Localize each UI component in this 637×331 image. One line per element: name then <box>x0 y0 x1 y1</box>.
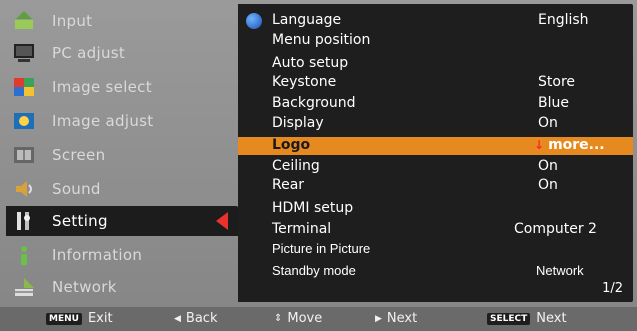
select-hint[interactable]: SELECT Next <box>487 311 567 326</box>
setting-name: Ceiling <box>272 158 320 174</box>
menu-item-network[interactable]: Network <box>6 272 238 302</box>
setting-row-hdmi-setup[interactable]: HDMI setup <box>238 200 633 218</box>
menu-label: Image adjust <box>52 112 154 130</box>
setting-name: Menu position <box>272 32 371 48</box>
menu-item-input[interactable]: Input <box>6 6 238 36</box>
setting-value: Store <box>538 74 576 90</box>
setting-name: Auto setup <box>272 55 349 71</box>
menu-label: Setting <box>52 212 108 230</box>
network-icon <box>10 274 38 300</box>
menu-item-image-adjust[interactable]: Image adjust <box>6 106 238 136</box>
menu-label: Image select <box>52 78 152 96</box>
menu-label: Screen <box>52 146 106 164</box>
setting-name: Logo <box>272 137 311 153</box>
setting-name: Keystone <box>272 74 337 90</box>
setting-row-logo[interactable]: Logo ↓ more... <box>238 137 633 155</box>
menu-label: PC adjust <box>52 44 126 62</box>
left-arrow-icon: ◀ <box>174 313 181 324</box>
settings-panel: Language English Menu position Auto setu… <box>238 4 633 302</box>
pc-adjust-icon <box>10 40 38 66</box>
setting-name: Terminal <box>272 221 332 237</box>
setting-row-background[interactable]: Background Blue <box>238 95 633 113</box>
bottom-bar: MENU Exit ◀ Back ⇕ Move ▶ Next SELECT Ne… <box>0 307 637 331</box>
menu-button-icon: MENU <box>46 312 82 325</box>
setting-value: On <box>538 158 558 174</box>
menu-label: Sound <box>52 180 101 198</box>
move-hint[interactable]: ⇕ Move <box>274 311 322 326</box>
setting-row-picture-in-picture[interactable]: Picture in Picture <box>238 241 633 259</box>
next-label: Next <box>386 311 418 326</box>
page-indicator: 1/2 <box>602 281 623 296</box>
setting-row-language[interactable]: Language English <box>238 12 633 30</box>
setting-name: Display <box>272 115 324 131</box>
menu-label: Input <box>52 12 93 30</box>
back-hint[interactable]: ◀ Back <box>174 311 217 326</box>
exit-hint[interactable]: MENU Exit <box>46 311 113 326</box>
setting-value: more... <box>548 137 605 153</box>
menu-item-setting[interactable]: Setting <box>6 206 238 236</box>
menu-item-screen[interactable]: Screen <box>6 140 238 170</box>
select-next-label: Next <box>536 311 567 326</box>
setting-name: Language <box>272 12 342 28</box>
setting-row-standby-mode[interactable]: Standby mode Network <box>238 263 633 281</box>
setting-value: Computer 2 <box>514 221 597 237</box>
right-arrow-icon: ▶ <box>375 313 382 324</box>
setting-value: Network <box>536 263 584 278</box>
setting-row-ceiling[interactable]: Ceiling On <box>238 158 633 176</box>
up-down-arrow-icon: ⇕ <box>274 313 283 324</box>
exit-label: Exit <box>87 311 113 326</box>
setting-row-keystone[interactable]: Keystone Store <box>238 74 633 92</box>
setting-row-display[interactable]: Display On <box>238 115 633 133</box>
setting-name: Rear <box>272 177 305 193</box>
image-select-icon <box>10 74 38 100</box>
setting-value: Blue <box>538 95 569 111</box>
setting-row-terminal[interactable]: Terminal Computer 2 <box>238 221 633 239</box>
setting-name: Standby mode <box>272 263 356 278</box>
setting-row-rear[interactable]: Rear On <box>238 177 633 195</box>
screen-icon <box>10 142 38 168</box>
menu-item-image-select[interactable]: Image select <box>6 72 238 102</box>
left-menu: Input PC adjust Image select Image adjus… <box>6 4 238 302</box>
menu-item-sound[interactable]: Sound <box>6 174 238 204</box>
setting-row-auto-setup[interactable]: Auto setup <box>238 55 633 73</box>
back-label: Back <box>185 311 218 326</box>
setting-value: On <box>538 115 558 131</box>
next-hint[interactable]: ▶ Next <box>375 311 417 326</box>
setting-name: HDMI setup <box>272 200 354 216</box>
select-button-icon: SELECT <box>487 312 531 325</box>
information-icon <box>10 242 38 268</box>
setting-name: Picture in Picture <box>272 241 371 256</box>
setting-icon <box>10 208 38 234</box>
input-icon <box>10 8 38 34</box>
projector-osd: Input PC adjust Image select Image adjus… <box>0 0 637 331</box>
setting-value: On <box>538 177 558 193</box>
sound-icon <box>10 176 38 202</box>
move-label: Move <box>287 311 323 326</box>
menu-item-information[interactable]: Information <box>6 240 238 270</box>
globe-icon <box>246 13 262 29</box>
menu-item-pc-adjust[interactable]: PC adjust <box>6 38 238 68</box>
setting-name: Background <box>272 95 356 111</box>
setting-row-menu-position[interactable]: Menu position <box>238 32 633 50</box>
pointer-arrow-icon: ↓ <box>534 138 545 152</box>
setting-value: English <box>538 12 589 28</box>
image-adjust-icon <box>10 108 38 134</box>
menu-label: Information <box>52 246 143 264</box>
menu-label: Network <box>52 278 117 296</box>
selection-arrow-icon <box>216 212 228 230</box>
